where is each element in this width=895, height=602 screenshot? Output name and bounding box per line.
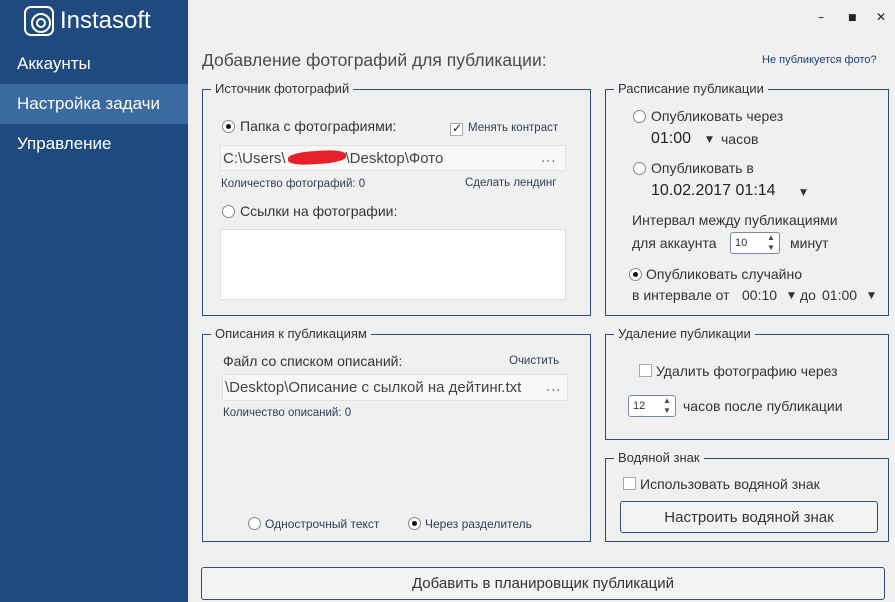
stepper-down-icon[interactable]: ▼	[765, 243, 777, 253]
separator-label: Через разделитель	[425, 517, 532, 531]
watermark-group: Водяной знак Использовать водяной знак Н…	[605, 450, 889, 542]
stepper-up-icon[interactable]: ▲	[765, 233, 777, 243]
publish-after-label: Опубликовать через	[651, 108, 784, 124]
publish-after-time[interactable]: 01:00	[651, 130, 691, 148]
sidebar: Instasoft Аккаунты Настройка задачи Упра…	[0, 0, 188, 602]
sidebar-item-task-settings[interactable]: Настройка задачи	[0, 84, 188, 124]
random-from-dropdown-icon[interactable]: ▼	[788, 291, 795, 301]
delete-hours-stepper[interactable]: 12 ▲ ▼	[628, 395, 676, 417]
separator-radio[interactable]	[408, 517, 421, 530]
hours-label: часов	[721, 131, 759, 147]
photo-folder-path-input[interactable]: C:\Users\ \Desktop\Фото	[220, 145, 566, 171]
close-icon[interactable]: ✕	[876, 10, 886, 24]
make-landing-link[interactable]: Сделать лендинг	[465, 177, 556, 189]
deletion-group: Удаление публикации Удалить фотографию ч…	[605, 326, 889, 440]
browse-descriptions-button[interactable]: ...	[543, 380, 562, 395]
app-logo: Instasoft	[24, 6, 151, 36]
watermark-title: Водяной знак	[614, 450, 704, 465]
publish-at-datetime[interactable]: 10.02.2017 01:14	[651, 182, 776, 200]
page-title: Добавление фотографий для публикации:	[202, 50, 547, 70]
schedule-group: Расписание публикации Опубликовать через…	[605, 81, 889, 316]
path-prefix: C:\Users\	[223, 149, 286, 167]
single-line-label: Однострочный текст	[265, 517, 380, 531]
folder-radio-label: Папка с фотографиями:	[240, 118, 397, 134]
single-line-radio[interactable]	[248, 517, 261, 530]
schedule-title: Расписание публикации	[614, 81, 768, 96]
use-watermark-checkbox[interactable]	[623, 477, 636, 490]
publish-after-radio[interactable]	[633, 110, 646, 123]
random-range-prefix: в интервале от	[632, 287, 730, 303]
delete-hours-label: часов после публикации	[683, 398, 843, 414]
publish-after-dropdown-icon[interactable]: ▼	[706, 135, 713, 145]
photo-source-group: Источник фотографий Папка с фотографиями…	[202, 81, 591, 316]
descriptions-file-label: Файл со списком описаний:	[223, 353, 403, 369]
stepper-up-icon[interactable]: ▲	[661, 396, 673, 406]
change-contrast-label: Менять контраст	[468, 122, 559, 134]
maximize-icon[interactable]: ■	[848, 13, 857, 23]
use-watermark-label: Использовать водяной знак	[640, 476, 820, 492]
random-to-dropdown-icon[interactable]: ▼	[868, 291, 875, 301]
interval-minutes-value: 10	[735, 237, 748, 249]
delete-photo-label: Удалить фотографию через	[656, 363, 838, 379]
interval-minutes-stepper[interactable]: 10 ▲ ▼	[730, 232, 780, 254]
descriptions-file-path: \Desktop\Описание с сылкой на дейтинг.tx…	[225, 379, 522, 396]
photo-links-textarea[interactable]	[220, 229, 566, 300]
sidebar-item-accounts[interactable]: Аккаунты	[0, 44, 188, 84]
stepper-down-icon[interactable]: ▼	[661, 406, 673, 416]
interval-label-line2: для аккаунта	[632, 235, 717, 251]
descriptions-group: Описания к публикациям Файл со списком о…	[202, 326, 591, 542]
descriptions-count: Количество описаний: 0	[223, 407, 352, 419]
sidebar-item-management[interactable]: Управление	[0, 124, 188, 164]
add-to-scheduler-button[interactable]: Добавить в планировщик публикаций	[201, 567, 885, 600]
configure-watermark-button[interactable]: Настроить водяной знак	[620, 501, 878, 533]
publish-random-radio[interactable]	[629, 268, 642, 281]
clear-descriptions-link[interactable]: Очистить	[509, 355, 559, 367]
publish-at-radio[interactable]	[633, 162, 646, 175]
interval-label-line1: Интервал между публикациями	[632, 212, 838, 228]
random-to-label: до	[800, 287, 816, 303]
minimize-icon[interactable]: –	[818, 10, 824, 24]
descriptions-title: Описания к публикациям	[211, 326, 371, 341]
publish-at-label: Опубликовать в	[651, 160, 754, 176]
delete-photo-checkbox[interactable]	[639, 364, 652, 377]
descriptions-file-input[interactable]: \Desktop\Описание с сылкой на дейтинг.tx…	[222, 374, 568, 401]
photo-count: Количество фотографий: 0	[221, 178, 366, 190]
delete-hours-value: 12	[633, 400, 646, 412]
change-contrast-checkbox[interactable]	[450, 121, 463, 136]
links-radio[interactable]	[222, 205, 235, 218]
browse-folder-button[interactable]: ...	[541, 151, 556, 166]
links-radio-label: Ссылки на фотографии:	[240, 203, 398, 219]
publish-at-dropdown-icon[interactable]: ▼	[800, 188, 807, 198]
path-suffix: \Desktop\Фото	[345, 149, 444, 167]
minutes-label: минут	[790, 235, 829, 251]
logo-text: Instasoft	[60, 7, 151, 34]
random-to-time[interactable]: 01:00	[822, 287, 857, 303]
random-from-time[interactable]: 00:10	[742, 287, 777, 303]
not-publishing-help-link[interactable]: Не публикуется фото?	[762, 54, 877, 66]
instasoft-logo-icon	[24, 6, 54, 36]
publish-random-label: Опубликовать случайно	[646, 266, 803, 282]
photo-source-title: Источник фотографий	[211, 81, 354, 96]
folder-radio[interactable]	[222, 120, 235, 133]
deletion-title: Удаление публикации	[614, 326, 755, 341]
